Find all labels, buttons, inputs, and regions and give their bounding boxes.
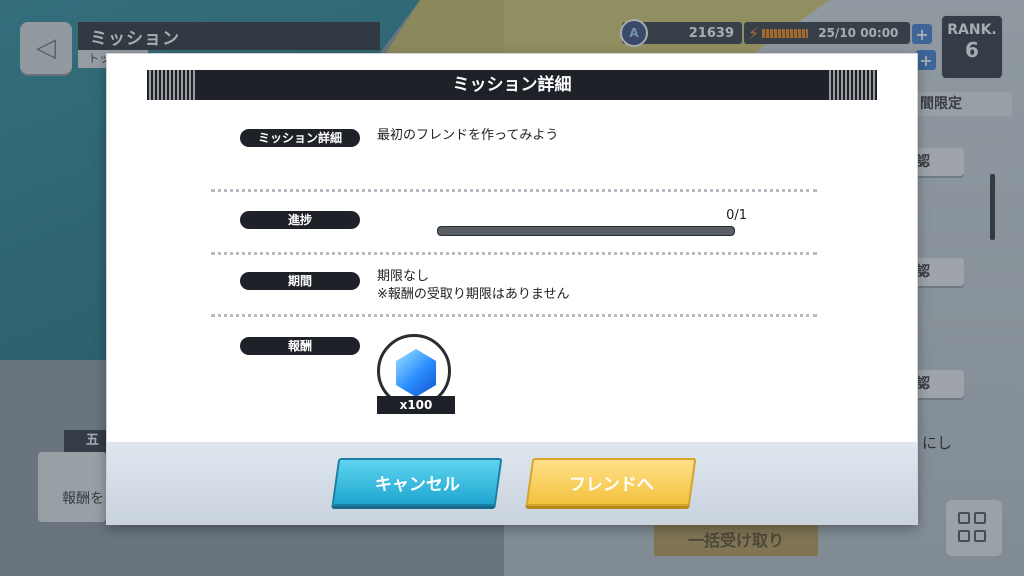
go-to-friends-button[interactable]: フレンドへ — [525, 458, 697, 506]
period-line-2: ※報酬の受取り期限はありません — [377, 287, 570, 302]
progress-bar — [437, 226, 735, 236]
reward-quantity: x100 — [377, 396, 455, 414]
friend-label: フレンドへ — [568, 474, 654, 495]
detail-text: 最初のフレンドを作ってみよう — [377, 128, 559, 143]
period-label: 期間 — [240, 272, 360, 290]
cancel-label: キャンセル — [374, 474, 460, 495]
reward-item[interactable]: x100 — [377, 334, 455, 416]
progress-label: 進捗 — [240, 211, 360, 229]
blue-gem-icon — [396, 349, 436, 397]
dialog-title: ミッション詳細 — [147, 70, 877, 100]
progress-text: 0/1 — [726, 208, 747, 223]
detail-label: ミッション詳細 — [240, 129, 360, 147]
period-text: 期限なし ※報酬の受取り期限はありません — [377, 268, 570, 304]
dialog-footer — [107, 442, 917, 524]
cancel-button[interactable]: キャンセル — [331, 458, 503, 506]
divider — [211, 189, 817, 192]
mission-detail-dialog: ミッション詳細 ミッション詳細 最初のフレンドを作ってみよう 進捗 0/1 期間… — [107, 54, 917, 524]
reward-label: 報酬 — [240, 337, 360, 355]
divider — [211, 252, 817, 255]
divider — [211, 314, 817, 317]
period-line-1: 期限なし — [377, 269, 430, 284]
